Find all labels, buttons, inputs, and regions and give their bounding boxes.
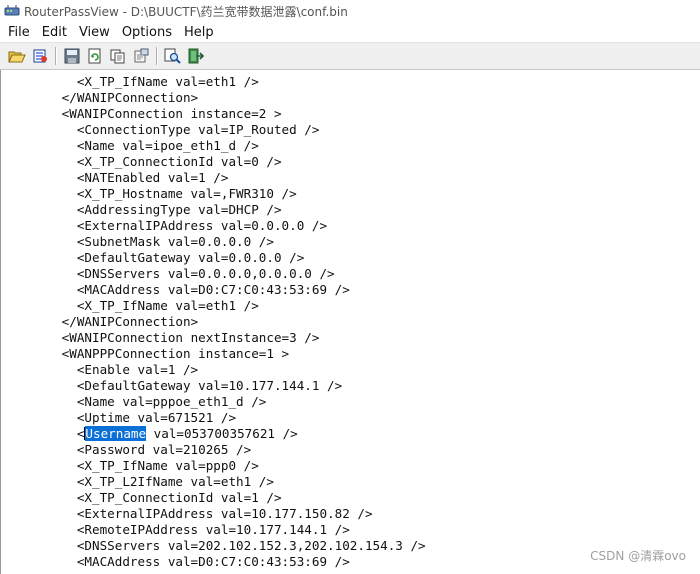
line-prefix: < bbox=[76, 426, 85, 441]
line-text: <X_TP_ConnectionId val=0 /> bbox=[76, 154, 282, 169]
document-line: <Username val=053700357621 /> bbox=[1, 426, 426, 442]
document-line: <WANIPConnection nextInstance=3 /> bbox=[1, 330, 426, 346]
selected-text[interactable]: Username bbox=[85, 426, 147, 441]
document-line: </WANIPConnection> bbox=[1, 90, 426, 106]
line-text: <WANPPPConnection instance=1 > bbox=[61, 346, 290, 361]
line-text: <Enable val=1 /> bbox=[76, 362, 199, 377]
find-icon[interactable] bbox=[162, 45, 184, 67]
document-line: <X_TP_IfName val=eth1 /> bbox=[1, 74, 426, 90]
document-line: </WANIPConnection> bbox=[1, 314, 426, 330]
refresh-icon[interactable] bbox=[84, 45, 106, 67]
document-line: <Name val=ipoe_eth1_d /> bbox=[1, 138, 426, 154]
line-text: <X_TP_ConnectionId val=1 /> bbox=[76, 490, 282, 505]
line-text: </WANIPConnection> bbox=[61, 314, 199, 329]
line-text: <X_TP_IfName val=ppp0 /> bbox=[76, 458, 259, 473]
line-text: <DNSServers val=202.102.152.3,202.102.15… bbox=[76, 538, 426, 553]
line-text: <X_TP_IfName val=eth1 /> bbox=[76, 74, 259, 89]
line-text: <RemoteIPAddress val=10.177.144.1 /> bbox=[76, 522, 350, 537]
toolbar-separator bbox=[55, 47, 56, 65]
document-line: <Enable val=1 /> bbox=[1, 362, 426, 378]
document-line: <DefaultGateway val=0.0.0.0 /> bbox=[1, 250, 426, 266]
line-text: <WANIPConnection instance=2 > bbox=[61, 106, 282, 121]
window-title: RouterPassView - D:\BUUCTF\药兰宽带数据泄露\conf… bbox=[24, 4, 348, 19]
line-text: <ExternalIPAddress val=10.177.150.82 /> bbox=[76, 506, 373, 521]
document-line: <MACAddress val=D0:C7:C0:43:53:69 /> bbox=[1, 282, 426, 298]
watermark-text: CSDN @清霖ovo bbox=[590, 549, 686, 563]
line-text: <NATEnabled val=1 /> bbox=[76, 170, 229, 185]
document-line: <NATEnabled val=1 /> bbox=[1, 170, 426, 186]
document-line: <RemoteIPAddress val=10.177.144.1 /> bbox=[1, 522, 426, 538]
router-pass-view-window: RouterPassView - D:\BUUCTF\药兰宽带数据泄露\conf… bbox=[0, 0, 700, 574]
line-text: <Password val=210265 /> bbox=[76, 442, 252, 457]
config-text: <X_TP_IfName val=eth1 /> </WANIPConnecti… bbox=[1, 74, 426, 570]
document-line: <Password val=210265 /> bbox=[1, 442, 426, 458]
document-line: <WANPPPConnection instance=1 > bbox=[1, 346, 426, 362]
copy-icon[interactable] bbox=[107, 45, 129, 67]
open-file-icon[interactable] bbox=[29, 45, 51, 67]
document-line: <X_TP_L2IfName val=eth1 /> bbox=[1, 474, 426, 490]
menu-help[interactable]: Help bbox=[178, 25, 220, 40]
line-text: <DefaultGateway val=10.177.144.1 /> bbox=[76, 378, 343, 393]
line-text: <MACAddress val=D0:C7:C0:43:53:69 /> bbox=[76, 282, 350, 297]
line-text: <SubnetMask val=0.0.0.0 /> bbox=[76, 234, 274, 249]
toolbar bbox=[0, 42, 700, 70]
line-suffix: val=053700357621 /> bbox=[146, 426, 298, 441]
menu-bar: File Edit View Options Help bbox=[0, 22, 700, 42]
line-text: <DNSServers val=0.0.0.0,0.0.0.0 /> bbox=[76, 266, 335, 281]
document-line: <AddressingType val=DHCP /> bbox=[1, 202, 426, 218]
document-line: <ExternalIPAddress val=10.177.150.82 /> bbox=[1, 506, 426, 522]
line-text: <MACAddress val=D0:C7:C0:43:53:69 /> bbox=[76, 554, 350, 569]
document-line: <X_TP_IfName val=eth1 /> bbox=[1, 298, 426, 314]
line-text: <Uptime val=671521 /> bbox=[76, 410, 237, 425]
line-text: <X_TP_IfName val=eth1 /> bbox=[76, 298, 259, 313]
document-line: <Uptime val=671521 /> bbox=[1, 410, 426, 426]
document-line: <MACAddress val=D0:C7:C0:43:53:69 /> bbox=[1, 554, 426, 570]
document-line: <ExternalIPAddress val=0.0.0.0 /> bbox=[1, 218, 426, 234]
title-bar: RouterPassView - D:\BUUCTF\药兰宽带数据泄露\conf… bbox=[0, 0, 700, 22]
document-line: <X_TP_ConnectionId val=0 /> bbox=[1, 154, 426, 170]
line-text: </WANIPConnection> bbox=[61, 90, 199, 105]
line-text: <ConnectionType val=IP_Routed /> bbox=[76, 122, 320, 137]
document-line: <X_TP_ConnectionId val=1 /> bbox=[1, 490, 426, 506]
menu-edit[interactable]: Edit bbox=[36, 25, 73, 40]
line-text: <Name val=pppoe_eth1_d /> bbox=[76, 394, 267, 409]
open-icon[interactable] bbox=[6, 45, 28, 67]
document-line: <DNSServers val=202.102.152.3,202.102.15… bbox=[1, 538, 426, 554]
document-line: <WANIPConnection instance=2 > bbox=[1, 106, 426, 122]
document-line: <X_TP_IfName val=ppp0 /> bbox=[1, 458, 426, 474]
line-text: <ExternalIPAddress val=0.0.0.0 /> bbox=[76, 218, 328, 233]
line-text: <WANIPConnection nextInstance=3 /> bbox=[61, 330, 320, 345]
menu-file[interactable]: File bbox=[2, 25, 36, 40]
line-text: <X_TP_Hostname val=,FWR310 /> bbox=[76, 186, 297, 201]
app-icon bbox=[4, 4, 20, 18]
save-icon[interactable] bbox=[61, 45, 83, 67]
properties-icon[interactable] bbox=[130, 45, 152, 67]
document-view[interactable]: <X_TP_IfName val=eth1 /> </WANIPConnecti… bbox=[0, 70, 700, 574]
document-line: <X_TP_Hostname val=,FWR310 /> bbox=[1, 186, 426, 202]
menu-options[interactable]: Options bbox=[116, 25, 178, 40]
document-line: <DefaultGateway val=10.177.144.1 /> bbox=[1, 378, 426, 394]
document-line: <SubnetMask val=0.0.0.0 /> bbox=[1, 234, 426, 250]
line-text: <DefaultGateway val=0.0.0.0 /> bbox=[76, 250, 305, 265]
line-text: <X_TP_L2IfName val=eth1 /> bbox=[76, 474, 274, 489]
toolbar-separator bbox=[156, 47, 157, 65]
exit-icon[interactable] bbox=[185, 45, 207, 67]
line-text: <Name val=ipoe_eth1_d /> bbox=[76, 138, 259, 153]
document-line: <ConnectionType val=IP_Routed /> bbox=[1, 122, 426, 138]
document-line: <Name val=pppoe_eth1_d /> bbox=[1, 394, 426, 410]
line-text: <AddressingType val=DHCP /> bbox=[76, 202, 282, 217]
menu-view[interactable]: View bbox=[73, 25, 116, 40]
document-line: <DNSServers val=0.0.0.0,0.0.0.0 /> bbox=[1, 266, 426, 282]
